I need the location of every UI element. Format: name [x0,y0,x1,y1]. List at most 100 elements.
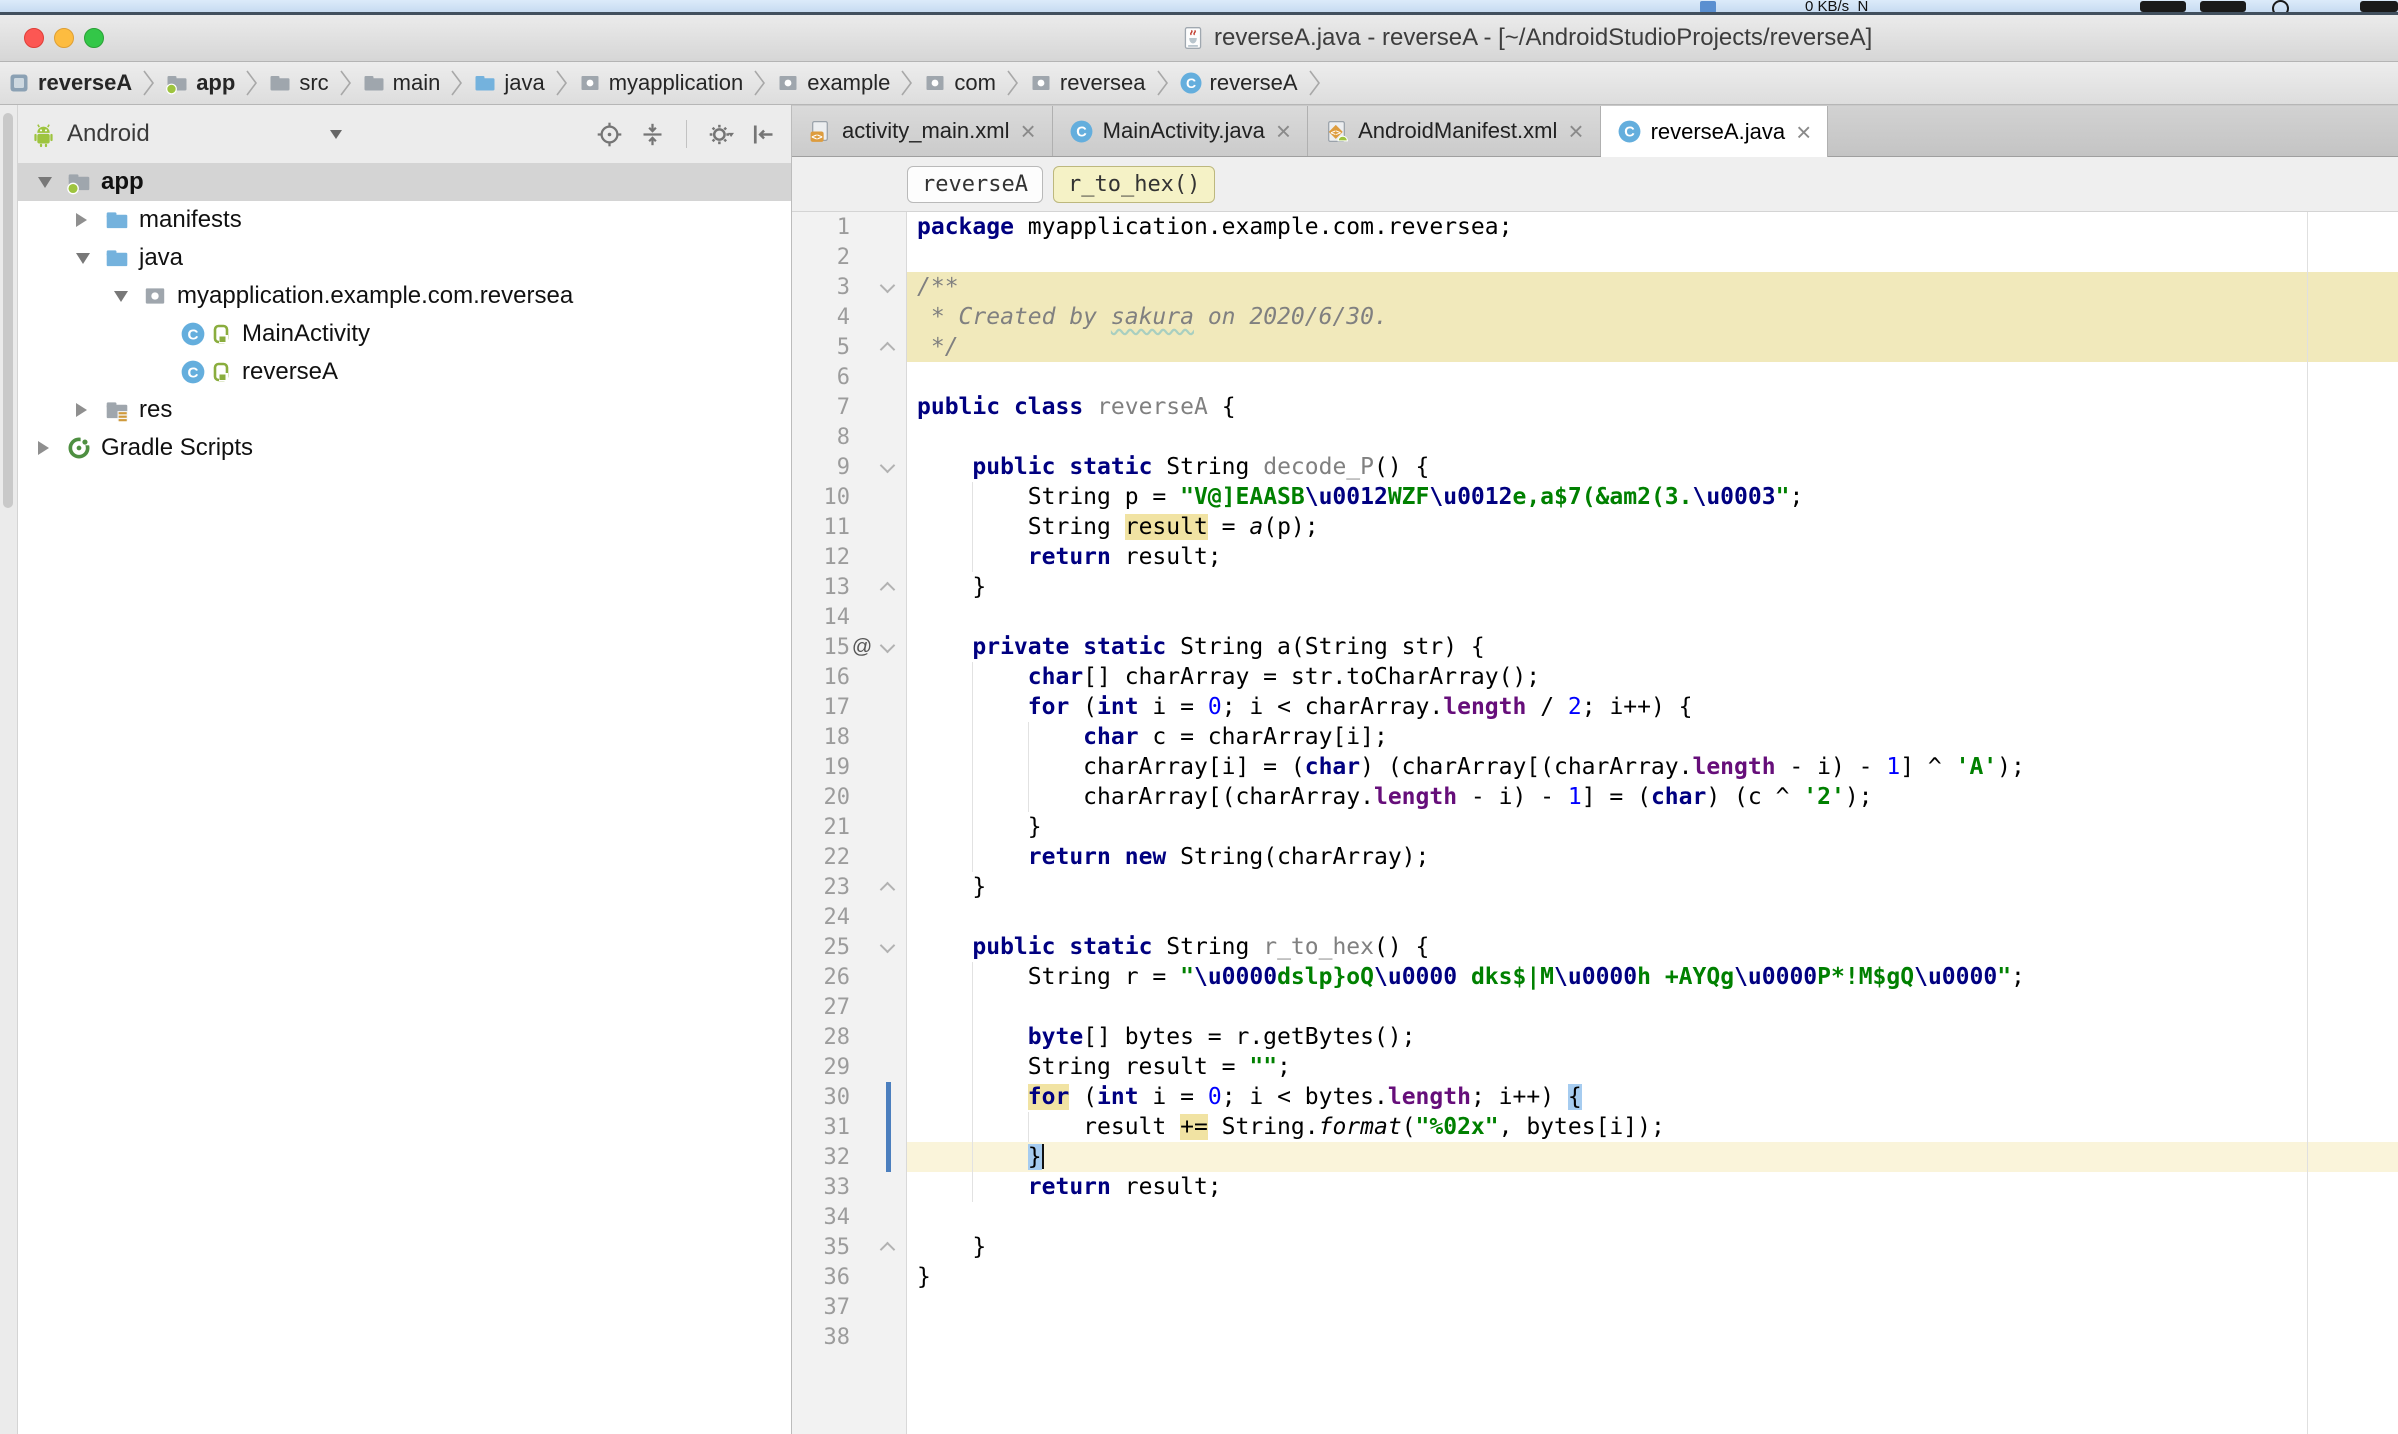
code-line-9[interactable]: public static String decode_P() { [907,452,2398,482]
editor-breadcrumb-r-to-hex-[interactable]: r_to_hex() [1053,166,1215,203]
line-number: 26 [792,965,850,990]
sidebar-item-java[interactable]: java [18,239,791,277]
zoom-window-button[interactable] [84,28,104,48]
code-line-38[interactable] [907,1322,2398,1352]
code-line-33[interactable]: return result; [907,1172,2398,1202]
code-line-14[interactable] [907,602,2398,632]
code-line-8[interactable] [907,422,2398,452]
breadcrumb-item-reverseA[interactable]: reverseA [4,70,135,96]
project-view-selector[interactable]: Android [67,120,150,148]
tab-AndroidManifest-xml[interactable]: <>AndroidManifest.xml× [1308,106,1601,156]
sidebar-item-reversea[interactable]: CreverseA [18,353,791,391]
sidebar-item-mainactivity[interactable]: CMainActivity [18,315,791,353]
sidebar-item-app[interactable]: app [18,163,791,201]
code-line-6[interactable] [907,362,2398,392]
gutter-line-25: 25 [792,932,906,962]
code-line-29[interactable]: String result = ""; [907,1052,2398,1082]
code-line-21[interactable]: } [907,812,2398,842]
annotation-gutter-icon: @ [850,636,874,659]
code-line-11[interactable]: String result = a(p); [907,512,2398,542]
locate-icon[interactable] [596,121,623,148]
code-line-26[interactable]: String r = "\u0000dslp}oQ\u0000 dks$|M\u… [907,962,2398,992]
code-line-2[interactable] [907,242,2398,272]
code-line-30[interactable]: for (int i = 0; i < bytes.length; i++) { [907,1082,2398,1112]
code-line-23[interactable]: } [907,872,2398,902]
fold-marker-icon[interactable] [874,944,900,951]
close-icon[interactable]: × [1796,122,1811,142]
tree-collapse-arrow[interactable] [76,253,104,264]
code-line-34[interactable] [907,1202,2398,1232]
sidebar-item-manifests[interactable]: manifests [18,201,791,239]
fold-marker-icon[interactable] [874,284,900,291]
sidebar-item-res[interactable]: res [18,391,791,429]
breadcrumb-item-myapplication[interactable]: myapplication [575,70,747,96]
code-line-36[interactable]: } [907,1262,2398,1292]
code-area[interactable]: package myapplication.example.com.revers… [907,212,2398,1434]
code-line-32[interactable]: } [907,1142,2398,1172]
code-line-10[interactable]: String p = "V@]EAASB\u0012WZF\u0012e,a$7… [907,482,2398,512]
chevron-down-icon[interactable] [330,130,342,139]
code-line-16[interactable]: char[] charArray = str.toCharArray(); [907,662,2398,692]
fold-marker-icon[interactable] [874,464,900,471]
fold-marker-icon[interactable] [874,644,900,651]
breadcrumb-item-reverseA[interactable]: CreverseA [1176,70,1301,96]
close-window-button[interactable] [24,28,44,48]
breadcrumb-item-src[interactable]: src [265,70,331,96]
tree-item-label: myapplication.example.com.reversea [177,282,573,310]
android-studio-window: 0 KB/s N reverseA.java - reverseA - [~/A… [0,0,2398,1434]
code-line-3[interactable]: /** [907,272,2398,302]
editor-breadcrumb-reverseA[interactable]: reverseA [907,166,1043,203]
code-line-19[interactable]: charArray[i] = (char) (charArray[(charAr… [907,752,2398,782]
fold-marker-icon[interactable] [874,880,900,895]
tree-expand-arrow[interactable] [38,441,66,455]
gear-icon[interactable] [707,121,734,148]
code-line-7[interactable]: public class reverseA { [907,392,2398,422]
code-line-13[interactable]: } [907,572,2398,602]
sidebar-scrollbar[interactable] [3,113,13,508]
code-line-15[interactable]: private static String a(String str) { [907,632,2398,662]
tab-label: AndroidManifest.xml [1358,118,1557,144]
close-icon[interactable]: × [1276,121,1291,141]
hide-panel-icon[interactable] [750,121,777,148]
close-icon[interactable]: × [1568,121,1583,141]
sidebar-item-gradle-scripts[interactable]: Gradle Scripts [18,429,791,467]
code-line-31[interactable]: result += String.format("%02x", bytes[i]… [907,1112,2398,1142]
sidebar-item-myapplication-example-com-reversea[interactable]: myapplication.example.com.reversea [18,277,791,315]
breadcrumb-item-main[interactable]: main [359,70,444,96]
breadcrumb-item-app[interactable]: app [162,70,238,96]
fold-marker-icon[interactable] [874,340,900,355]
code-line-5[interactable]: */ [907,332,2398,362]
minimize-window-button[interactable] [54,28,74,48]
tab-MainActivity-java[interactable]: CMainActivity.java× [1053,106,1308,156]
code-line-35[interactable]: } [907,1232,2398,1262]
breadcrumb-item-java[interactable]: java [470,70,547,96]
breadcrumb-item-reversea[interactable]: reversea [1026,70,1149,96]
code-line-27[interactable] [907,992,2398,1022]
tree-expand-arrow[interactable] [76,213,104,227]
code-line-22[interactable]: return new String(charArray); [907,842,2398,872]
fold-marker-icon[interactable] [874,1240,900,1255]
code-line-18[interactable]: char c = charArray[i]; [907,722,2398,752]
tree-collapse-arrow[interactable] [38,177,66,188]
code-line-28[interactable]: byte[] bytes = r.getBytes(); [907,1022,2398,1052]
breadcrumb-item-example[interactable]: example [773,70,893,96]
tab-label: activity_main.xml [842,118,1009,144]
tree-expand-arrow[interactable] [76,403,104,417]
collapse-all-icon[interactable] [639,121,666,148]
code-line-20[interactable]: charArray[(charArray.length - i) - 1] = … [907,782,2398,812]
code-line-17[interactable]: for (int i = 0; i < charArray.length / 2… [907,692,2398,722]
code-line-1[interactable]: package myapplication.example.com.revers… [907,212,2398,242]
code-editor[interactable]: 123456789101112131415@161718192021222324… [792,212,2398,1434]
code-line-25[interactable]: public static String r_to_hex() { [907,932,2398,962]
svg-text:C: C [188,364,199,381]
code-line-37[interactable] [907,1292,2398,1322]
breadcrumb-item-com[interactable]: com [920,70,999,96]
tree-collapse-arrow[interactable] [114,291,142,302]
code-line-4[interactable]: * Created by sakura on 2020/6/30. [907,302,2398,332]
tab-reverseA-java[interactable]: CreverseA.java× [1601,106,1829,157]
code-line-12[interactable]: return result; [907,542,2398,572]
close-icon[interactable]: × [1020,121,1035,141]
tab-activity-main-xml[interactable]: <>activity_main.xml× [792,106,1053,156]
fold-marker-icon[interactable] [874,580,900,595]
code-line-24[interactable] [907,902,2398,932]
